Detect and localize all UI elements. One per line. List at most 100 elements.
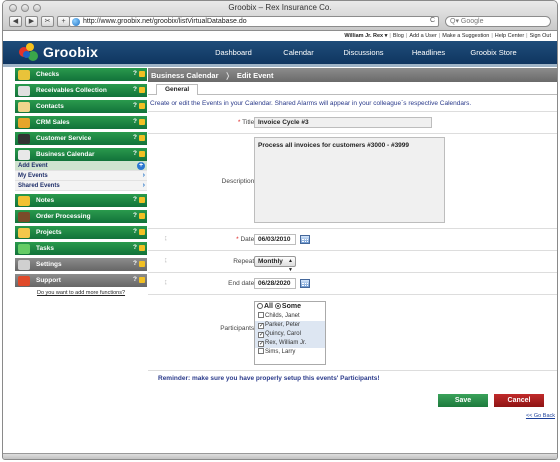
reload-icon[interactable]: C — [430, 17, 435, 24]
forward-button[interactable]: ▶ — [25, 16, 38, 27]
address-bar[interactable]: http://www.groobix.net/groobix/listVirtu… — [69, 16, 439, 27]
help-icon[interactable]: ? — [133, 150, 137, 157]
dropdown-toggle-icon[interactable] — [139, 245, 145, 251]
headset-icon — [18, 133, 30, 144]
breadcrumb-separator: ❭ — [224, 70, 231, 80]
dropdown-toggle-icon[interactable] — [139, 197, 145, 203]
go-back-link[interactable]: << Go Back — [526, 413, 555, 419]
required-mark: * — [237, 119, 241, 126]
nav-headlines[interactable]: Headlines — [396, 41, 461, 64]
help-icon[interactable]: ? — [133, 196, 137, 203]
date-input[interactable]: 06/03/2010 — [254, 234, 296, 245]
tab-general[interactable]: General — [156, 84, 199, 95]
sidebar-item-label: Receivables Collection — [36, 87, 107, 94]
end-date-calendar-icon[interactable] — [300, 279, 310, 288]
help-icon[interactable]: ? — [133, 134, 137, 141]
date-row: ↨ * Date: 06/03/2010 — [148, 228, 557, 250]
back-button[interactable]: ◀ — [9, 16, 22, 27]
breadcrumb: Business Calendar ❭ Edit Event — [148, 68, 557, 82]
top-link[interactable]: Sign Out — [528, 33, 553, 39]
sidebar: Checks? Receivables Collection? Contacts? C… — [15, 68, 147, 296]
help-icon[interactable]: ? — [133, 102, 137, 109]
top-links: William Jr. Rex ▾ | Blog | Add a User | Make a… — [342, 33, 553, 39]
date-calendar-icon[interactable] — [300, 235, 310, 244]
sidebar-item-order-processing[interactable]: Order Processing? — [15, 210, 147, 223]
dropdown-toggle-icon[interactable] — [139, 229, 145, 235]
nav-discussions[interactable]: Discussions — [331, 41, 396, 64]
top-link[interactable]: Make a Suggestion — [440, 33, 491, 39]
dropdown-toggle-icon[interactable] — [139, 151, 145, 157]
participant-checkbox[interactable]: ✓ — [258, 332, 264, 338]
sidebar-item-label: Checks — [36, 71, 60, 78]
top-link[interactable]: William Jr. Rex ▾ — [342, 33, 389, 39]
participants-row: Participants: All Some Childs, Janet ✓Par… — [148, 294, 557, 370]
participant-checkbox[interactable]: ✓ — [258, 323, 264, 329]
sidebar-item-checks[interactable]: Checks? — [15, 68, 147, 81]
contacts-icon — [18, 101, 30, 112]
bookmarks-button[interactable]: ✂ — [41, 16, 54, 27]
sidebar-item-notes[interactable]: Notes? — [15, 194, 147, 207]
dropdown-toggle-icon[interactable] — [139, 119, 145, 125]
participant-option[interactable]: ✓Parker, Peter — [255, 321, 325, 330]
dropdown-toggle-icon[interactable] — [139, 135, 145, 141]
dropdown-toggle-icon[interactable] — [139, 103, 145, 109]
description-textarea[interactable]: Process all invoices for customers #3000… — [254, 137, 445, 223]
help-icon[interactable]: ? — [133, 70, 137, 77]
help-icon[interactable]: ? — [133, 118, 137, 125]
end-date-input[interactable]: 06/28/2020 — [254, 278, 296, 289]
settings-icon — [18, 259, 30, 270]
save-button[interactable]: Save — [438, 394, 488, 407]
some-radio[interactable] — [274, 303, 281, 309]
event-editor: Business Calendar ❭ Edit Event General C… — [148, 68, 557, 454]
help-icon[interactable]: ? — [133, 86, 137, 93]
search-field[interactable]: Q▾ Google — [445, 16, 551, 27]
add-circle-icon[interactable]: + — [137, 162, 145, 170]
participant-option[interactable]: Sims, Larry — [255, 348, 325, 357]
help-icon[interactable]: ? — [133, 228, 137, 235]
breadcrumb-business-calendar[interactable]: Business Calendar — [151, 71, 219, 80]
help-icon[interactable]: ? — [133, 260, 137, 267]
all-radio[interactable] — [257, 303, 263, 309]
sidebar-item-contacts[interactable]: Contacts? — [15, 100, 147, 113]
cancel-button[interactable]: Cancel — [494, 394, 544, 407]
top-link[interactable]: Help Center — [493, 33, 526, 39]
sidebar-item-crm-sales[interactable]: CRM Sales? — [15, 116, 147, 129]
submenu-item-my-events[interactable]: My Events › — [15, 171, 147, 181]
dropdown-toggle-icon[interactable] — [139, 87, 145, 93]
participant-checkbox[interactable] — [258, 348, 264, 354]
sidebar-item-label: Customer Service — [36, 135, 92, 142]
participant-option[interactable]: ✓Rex, William Jr. — [255, 339, 325, 348]
groobix-logo[interactable]: Groobix — [19, 43, 98, 61]
sidebar-item-support[interactable]: Support? — [15, 274, 147, 287]
participant-checkbox[interactable]: ✓ — [258, 341, 264, 347]
participant-option[interactable]: Childs, Janet — [255, 312, 325, 321]
participant-checkbox[interactable] — [258, 312, 264, 318]
title-input[interactable]: Invoice Cycle #3 — [254, 117, 432, 128]
submenu-item-shared-events[interactable]: Shared Events › — [15, 181, 147, 191]
help-icon[interactable]: ? — [133, 276, 137, 283]
dropdown-toggle-icon[interactable] — [139, 261, 145, 267]
sidebar-item-receivables-collection[interactable]: Receivables Collection? — [15, 84, 147, 97]
sidebar-item-tasks[interactable]: Tasks? — [15, 242, 147, 255]
breadcrumb-edit-event: Edit Event — [236, 70, 274, 80]
add-functions-link[interactable]: Do you want to add more functions? — [15, 290, 147, 296]
sidebar-item-settings[interactable]: Settings? — [15, 258, 147, 271]
nav-dashboard[interactable]: Dashboard — [201, 41, 266, 64]
help-icon[interactable]: ? — [133, 244, 137, 251]
top-link[interactable]: Add a User — [407, 33, 439, 39]
participant-option[interactable]: ✓Quincy, Carol — [255, 330, 325, 339]
sidebar-item-business-calendar[interactable]: Business Calendar? — [15, 148, 147, 161]
repeat-select[interactable]: Monthly ▲ ▼ — [254, 256, 296, 273]
sidebar-item-customer-service[interactable]: Customer Service? — [15, 132, 147, 145]
dropdown-toggle-icon[interactable] — [139, 213, 145, 219]
participant-name: Rex, William Jr. — [265, 340, 307, 346]
dropdown-toggle-icon[interactable] — [139, 71, 145, 77]
help-icon[interactable]: ? — [133, 212, 137, 219]
dropdown-toggle-icon[interactable] — [139, 277, 145, 283]
window-title: Groobix – Rex Insurance Co. — [228, 3, 332, 12]
submenu-item-add-event[interactable]: Add Event + — [15, 161, 147, 171]
sidebar-item-projects[interactable]: Projects? — [15, 226, 147, 239]
top-link[interactable]: Blog — [391, 33, 406, 39]
nav-groobix-store[interactable]: Groobix Store — [461, 41, 526, 64]
nav-calendar[interactable]: Calendar — [266, 41, 331, 64]
